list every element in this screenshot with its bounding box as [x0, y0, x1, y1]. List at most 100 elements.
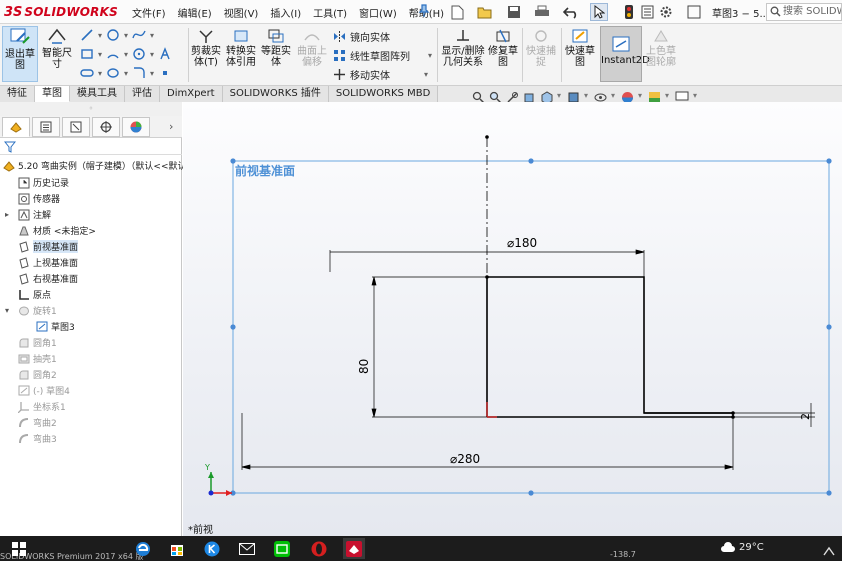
polygon-icon[interactable] — [132, 47, 146, 61]
trim-entities-button[interactable]: 剪裁实体(T) — [189, 28, 223, 68]
tree-item-flex3[interactable]: 弯曲3 — [18, 431, 57, 446]
line-icon[interactable] — [80, 28, 94, 42]
smart-dimension-button[interactable]: 智能尺寸 — [40, 26, 74, 70]
exit-sketch-button[interactable]: 退出草图 — [2, 26, 38, 82]
offset-entities-button[interactable]: 等距实体 — [259, 28, 293, 68]
tree-item-top-plane[interactable]: 上视基准面 — [18, 255, 78, 270]
mirror-entities-button[interactable]: 镜向实体 — [333, 29, 390, 44]
shaded-contours-button[interactable]: 上色草图轮廓 — [644, 28, 678, 68]
store-icon[interactable] — [166, 538, 188, 559]
tab-evaluate[interactable]: 评估 — [125, 86, 160, 102]
menu-window[interactable]: 窗口(W) — [359, 5, 397, 20]
tree-item-flex2[interactable]: 弯曲2 — [18, 415, 57, 430]
tree-item-sensors[interactable]: 传感器 — [18, 191, 60, 206]
arc-icon[interactable] — [106, 47, 120, 61]
point-icon[interactable] — [158, 66, 172, 80]
tree-item-history[interactable]: 历史记录 — [18, 175, 69, 190]
tab-display-manager[interactable] — [122, 116, 150, 137]
filter-icon[interactable] — [4, 141, 16, 153]
tree-item-origin[interactable]: 原点 — [18, 287, 51, 302]
menu-view[interactable]: 视图(V) — [224, 5, 259, 20]
tree-item-revolve1[interactable]: 旋转1 — [18, 303, 57, 318]
solidworks-taskbar-icon[interactable] — [343, 538, 365, 559]
tree-item-shell1[interactable]: 抽壳1 — [18, 351, 57, 366]
tab-feature-manager[interactable] — [2, 116, 30, 137]
repair-sketch-button[interactable]: 修复草图 — [487, 28, 519, 68]
windows-start-icon[interactable] — [8, 538, 30, 559]
instant2d-button[interactable]: Instant2D — [600, 26, 650, 82]
iqiyi-icon[interactable] — [271, 538, 293, 559]
save-icon[interactable] — [505, 3, 523, 21]
kugou-icon[interactable] — [201, 538, 223, 559]
quick-snaps-button[interactable]: 快速捕捉 — [525, 28, 557, 68]
move-entities-button[interactable]: 移动实体 ▾ — [333, 67, 428, 82]
rectangle-icon[interactable] — [80, 47, 94, 61]
tree-item-front-plane[interactable]: 前视基准面 — [18, 239, 79, 254]
search-input[interactable]: 搜索 SOLIDWO — [766, 3, 842, 21]
new-document-icon[interactable] — [448, 3, 466, 21]
linear-pattern-button[interactable]: 线性草图阵列 ▾ — [333, 48, 432, 63]
circle-icon[interactable] — [106, 28, 120, 42]
spline-icon[interactable] — [132, 28, 146, 42]
tab-sketch[interactable]: 草图 — [35, 86, 70, 102]
tree-item-label: 弯曲2 — [33, 419, 57, 429]
open-icon[interactable] — [476, 3, 494, 21]
expand-annotations-icon[interactable]: ▸ — [5, 207, 9, 222]
opera-icon[interactable] — [308, 538, 330, 559]
tab-dimxpert[interactable]: DimXpert — [160, 86, 223, 102]
collapse-revolve-icon[interactable]: ▾ — [5, 303, 9, 318]
rapid-sketch-button[interactable]: 快速草图 — [563, 28, 597, 68]
menu-tools[interactable]: 工具(T) — [313, 5, 347, 20]
mail-icon[interactable] — [236, 538, 258, 559]
print-icon[interactable] — [533, 3, 551, 21]
traffic-light-icon[interactable] — [620, 3, 638, 21]
tree-item-coordinate-system1[interactable]: 坐标系1 — [18, 399, 66, 414]
undo-icon[interactable] — [562, 3, 580, 21]
pin-icon[interactable] — [418, 4, 430, 18]
menu-file[interactable]: 文件(F) — [132, 5, 166, 20]
front-plane-boundary[interactable] — [232, 160, 830, 494]
tab-solidworks-mbd[interactable]: SOLIDWORKS MBD — [328, 86, 439, 102]
panel-scroll-right-icon[interactable]: › — [169, 120, 173, 133]
sketch-profile[interactable] — [486, 276, 734, 418]
fillet-sketch-icon[interactable] — [132, 66, 146, 80]
tree-item-sketch4[interactable]: (-) 草图4 — [18, 383, 70, 398]
display-relations-button[interactable]: 显示/删除几何关系 — [440, 28, 486, 68]
taskbar-expand-icon[interactable] — [818, 540, 840, 561]
file-properties-icon[interactable] — [638, 3, 656, 21]
tree-root[interactable]: 5.20 弯曲实例（帽子建模）（默认<<默认 — [3, 158, 186, 173]
rebuild-icon[interactable] — [685, 3, 703, 21]
panel-resize-handle[interactable]: ◦ — [0, 102, 182, 116]
dimension-bottom-value[interactable]: ⌀280 — [450, 452, 480, 466]
tree-item-sketch3[interactable]: 草图3 — [36, 319, 75, 334]
slot-icon[interactable] — [80, 66, 94, 80]
tree-item-fillet2[interactable]: 圆角2 — [18, 367, 57, 382]
tree-item-fillet1[interactable]: 圆角1 — [18, 335, 57, 350]
edge-browser-icon[interactable] — [132, 538, 154, 559]
dimension-small-value[interactable]: 2 — [799, 413, 812, 420]
select-icon[interactable] — [590, 3, 608, 21]
options-gear-icon[interactable] — [657, 3, 675, 21]
tab-features[interactable]: 特征 — [0, 86, 35, 102]
tree-item-right-plane[interactable]: 右视基准面 — [18, 271, 78, 286]
dimension-height-value[interactable]: 80 — [357, 359, 371, 374]
dimension-top-value[interactable]: ⌀180 — [507, 236, 537, 250]
tab-solidworks-addins[interactable]: SOLIDWORKS 插件 — [222, 86, 329, 102]
menu-edit[interactable]: 编辑(E) — [178, 5, 212, 20]
tree-item-material[interactable]: 材质 <未指定> — [18, 223, 96, 238]
convert-entities-button[interactable]: 转换实体引用 — [223, 28, 259, 68]
centerline-endpoint[interactable] — [485, 135, 489, 139]
menu-insert[interactable]: 插入(I) — [270, 5, 301, 20]
graphics-area[interactable]: 前视基准面 ⌀180 80 ⌀280 2 Y — [183, 102, 842, 536]
tab-dimxpert-manager[interactable] — [92, 116, 120, 137]
offset-on-surface-button[interactable]: 曲面上偏移 — [294, 28, 330, 68]
plane-handles[interactable] — [230, 158, 832, 496]
solidworks-logo[interactable]: 3S SOLIDWORKS — [4, 3, 118, 21]
tree-item-annotations[interactable]: 注解 — [18, 207, 51, 222]
tab-mold-tools[interactable]: 模具工具 — [70, 86, 125, 102]
tab-property-manager[interactable] — [32, 116, 60, 137]
text-icon[interactable] — [158, 47, 172, 61]
weather-widget[interactable]: 29°C — [720, 542, 764, 553]
tab-configuration-manager[interactable] — [62, 116, 90, 137]
ellipse-icon[interactable] — [106, 66, 120, 80]
